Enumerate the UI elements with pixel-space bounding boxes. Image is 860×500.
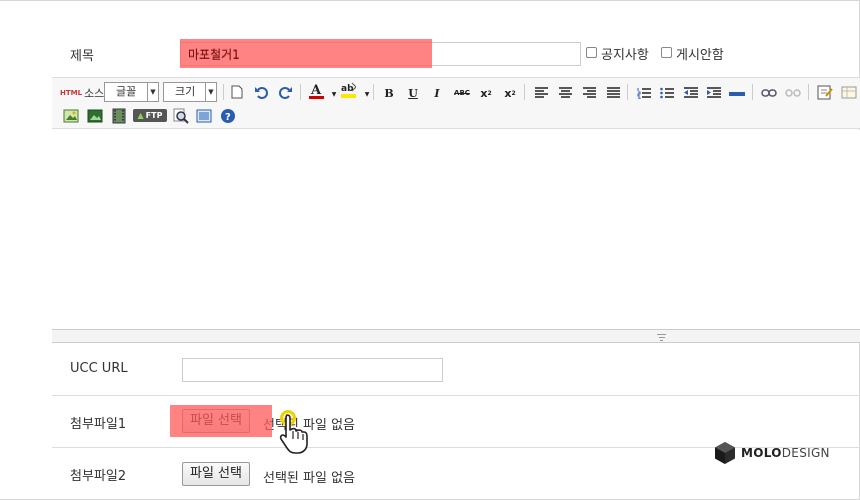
highlight-overlay — [170, 405, 272, 437]
hide-post-label: 게시안함 — [676, 48, 724, 63]
brand-logo: MOLODESIGN — [714, 441, 830, 465]
toolbar-separator — [627, 84, 628, 100]
horizontal-rule-icon[interactable] — [729, 86, 745, 102]
editor-content-area[interactable] — [52, 130, 860, 329]
svg-text:ab: ab — [341, 84, 354, 94]
title-label: 제목 — [70, 49, 94, 64]
brand-wordmark: MOLODESIGN — [741, 446, 830, 460]
ucc-url-input[interactable] — [182, 358, 443, 382]
ftp-label: FTP — [145, 111, 163, 120]
html-badge: HTML — [60, 89, 83, 97]
image-icon[interactable] — [63, 108, 79, 124]
italic-icon[interactable]: I — [429, 85, 445, 101]
ucc-url-label: UCC URL — [70, 361, 128, 376]
help-icon[interactable]: ? — [220, 108, 236, 124]
brand-rest: DESIGN — [781, 446, 830, 460]
source-label: 소스 — [84, 87, 105, 100]
size-select[interactable]: 크기 ▼ — [163, 82, 217, 102]
font-color-icon[interactable]: A — [308, 83, 324, 99]
toolbar-separator — [524, 84, 525, 100]
notice-checkbox[interactable] — [586, 47, 597, 58]
svg-text:?: ? — [225, 112, 231, 123]
size-select-label: 크기 — [175, 85, 196, 98]
unordered-list-icon[interactable] — [659, 85, 675, 101]
align-center-icon[interactable] — [557, 85, 573, 101]
search-icon[interactable] — [173, 108, 189, 124]
editor-toolbar: HTML 소스 글꼴 ▼ 크기 ▼ A ▼ ab ▼ B U I ABC x2 … — [52, 77, 860, 129]
font-select[interactable]: 글꼴 ▼ — [104, 82, 159, 102]
redo-icon[interactable] — [278, 84, 294, 100]
highlight-icon[interactable]: ab — [340, 82, 356, 98]
attachment2-status: 선택된 파일 없음 — [263, 471, 355, 486]
align-right-icon[interactable] — [581, 85, 597, 101]
table-icon[interactable] — [841, 84, 857, 100]
title-input-text: 마포철거1 — [188, 48, 240, 62]
underline-icon[interactable]: U — [405, 85, 421, 101]
svg-text:A: A — [310, 83, 322, 98]
indent-icon[interactable] — [706, 85, 722, 101]
font-select-label: 글꼴 — [116, 85, 137, 98]
bold-icon[interactable]: B — [381, 85, 397, 101]
toolbar-separator — [300, 84, 301, 100]
attachment1-label: 첨부파일1 — [70, 417, 127, 432]
link-icon[interactable] — [761, 85, 777, 101]
attachment2-file-button[interactable]: 파일 선택 — [182, 462, 250, 486]
edit-icon[interactable] — [817, 84, 833, 100]
toolbar-separator — [373, 84, 374, 100]
strikethrough-icon[interactable]: ABC — [452, 85, 472, 101]
toolbar-separator — [223, 84, 224, 100]
ordered-list-icon[interactable] — [636, 85, 652, 101]
align-left-icon[interactable] — [533, 85, 549, 101]
justify-icon[interactable] — [605, 85, 621, 101]
new-document-icon[interactable] — [229, 84, 245, 100]
unlink-icon[interactable] — [785, 85, 801, 101]
resize-grip-icon — [657, 334, 666, 343]
chevron-down-icon: ▼ — [205, 83, 216, 101]
outdent-icon[interactable] — [683, 85, 699, 101]
ftp-icon[interactable]: ▲ FTP — [133, 109, 167, 122]
toolbar-separator — [808, 84, 809, 100]
hand-cursor-icon — [278, 413, 310, 459]
chevron-down-icon: ▼ — [147, 83, 158, 101]
image-upload-icon[interactable] — [87, 108, 103, 124]
ucc-url-row — [52, 343, 860, 396]
subscript-icon[interactable]: x2 — [502, 85, 518, 101]
toolbar-separator — [752, 84, 753, 100]
hide-post-checkbox[interactable] — [661, 47, 672, 58]
superscript-icon[interactable]: x2 — [478, 85, 494, 101]
brand-bold: MOLO — [741, 446, 782, 460]
editor-resize-handle[interactable] — [52, 329, 860, 343]
attachment2-label: 첨부파일2 — [70, 469, 127, 484]
cube-logo-icon — [715, 442, 735, 464]
source-button[interactable]: HTML 소스 — [60, 84, 104, 102]
undo-icon[interactable] — [253, 84, 269, 100]
notice-label: 공지사항 — [601, 48, 649, 63]
layout-icon[interactable] — [196, 108, 212, 124]
media-icon[interactable] — [111, 108, 127, 124]
